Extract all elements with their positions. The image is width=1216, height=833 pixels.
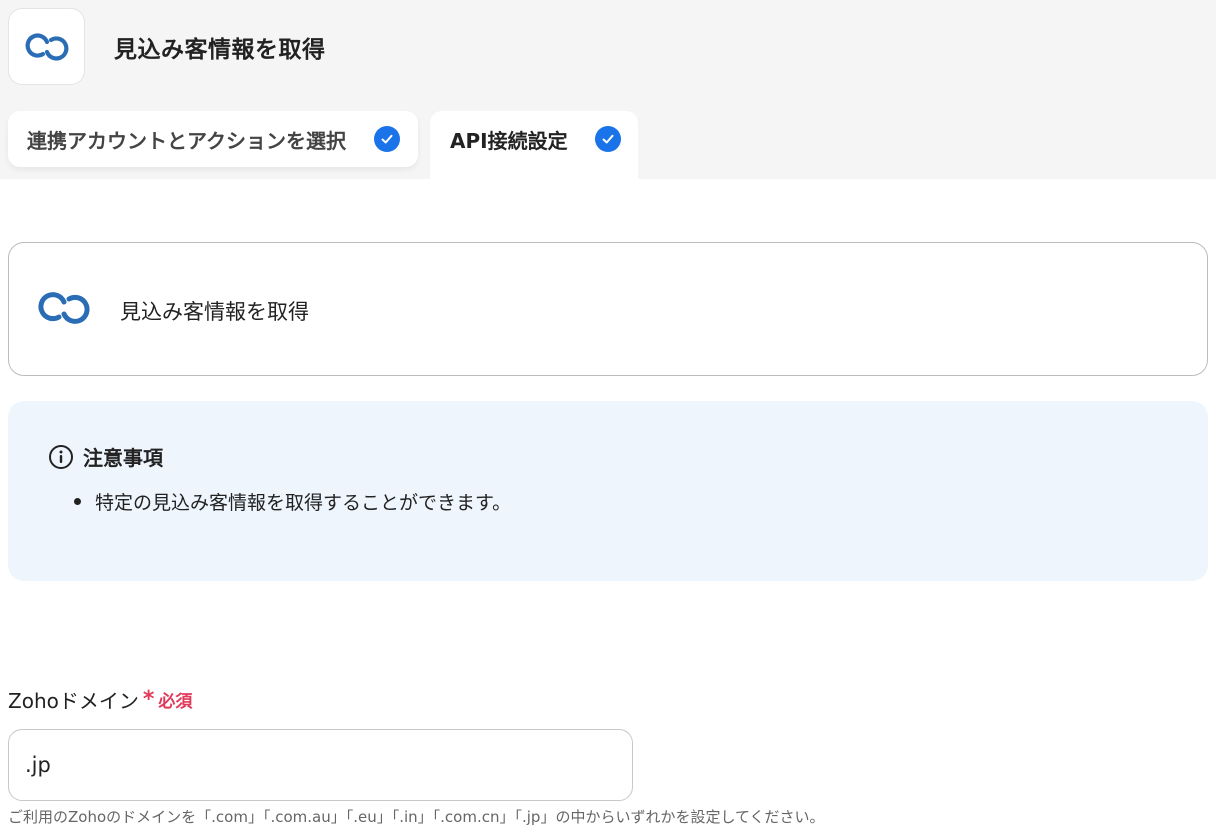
domain-help-text: ご利用のZohoのドメインを「.com」「.com.au」「.eu」「.in」「… [8,808,825,826]
list-item: 特定の見込み客情報を取得することができます。 [74,488,511,515]
notice-box: 注意事項 特定の見込み客情報を取得することができます。 [8,401,1208,581]
operation-card[interactable]: 見込み客情報を取得 [8,242,1208,376]
notice-title: 注意事項 [83,446,163,470]
domain-input[interactable] [8,729,633,801]
header-area: 見込み客情報を取得 連携アカウントとアクションを選択 API接続設定 [0,0,1216,179]
field-label-text: Zohoドメイン [8,689,139,713]
required-asterisk: * [142,687,155,712]
page-title: 見込み客情報を取得 [114,37,326,63]
required-badge: 必須 [158,692,193,712]
zoho-crm-icon [38,292,90,324]
tab-label: API接続設定 [450,128,568,153]
check-icon [374,126,400,152]
tab-api-settings[interactable]: API接続設定 [430,111,638,179]
check-icon [595,126,621,152]
tab-account-action[interactable]: 連携アカウントとアクションを選択 [8,111,418,167]
info-icon [49,444,73,469]
app-icon-tile [8,8,85,85]
bullet-icon [74,498,81,505]
domain-field-label: Zohoドメイン * 必須 [8,685,192,714]
notice-list: 特定の見込み客情報を取得することができます。 [74,488,511,515]
operation-label: 見込み客情報を取得 [120,300,309,324]
notice-header: 注意事項 [48,442,163,471]
zoho-crm-icon [25,32,68,61]
tab-label: 連携アカウントとアクションを選択 [27,128,346,153]
notice-item-text: 特定の見込み客情報を取得することができます。 [95,492,512,514]
